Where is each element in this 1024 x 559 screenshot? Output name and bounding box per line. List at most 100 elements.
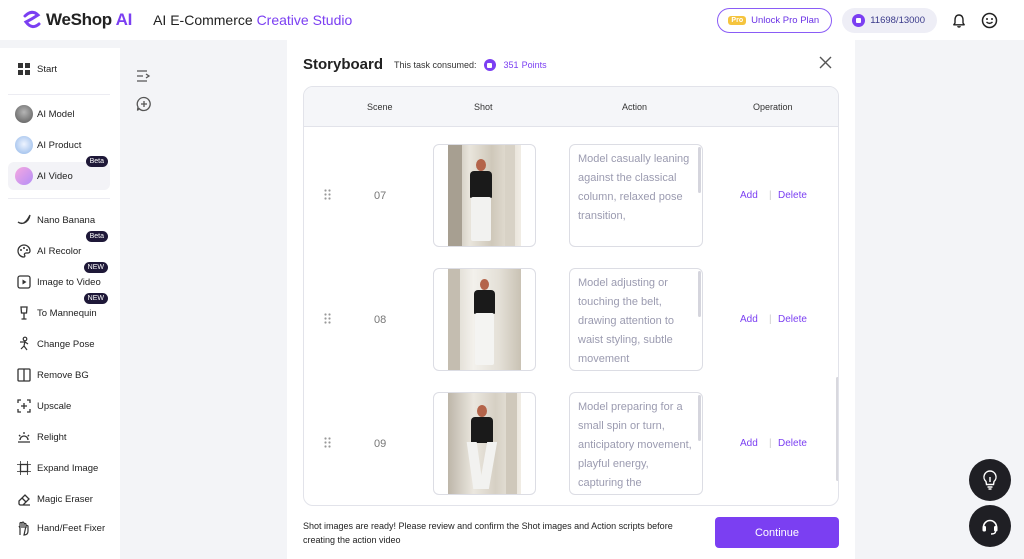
sidebar-item-ai-recolor[interactable]: AI Recolor Beta bbox=[8, 231, 110, 265]
shot-photo bbox=[448, 269, 521, 370]
app-title: AI E-Commerce Creative Studio bbox=[153, 12, 353, 28]
sidebar-item-expand-image[interactable]: Expand Image bbox=[8, 454, 110, 482]
shot-image[interactable] bbox=[433, 268, 536, 371]
sidebar-item-hand-feet-fixer[interactable]: Hand/Feet Fixer bbox=[8, 514, 110, 542]
lightbulb-icon bbox=[983, 470, 997, 490]
shot-image[interactable] bbox=[433, 392, 536, 495]
consumed-value: 351 bbox=[503, 60, 519, 70]
column-operation: Operation bbox=[753, 102, 793, 112]
sidebar-item-ai-product[interactable]: AI Product bbox=[8, 131, 110, 159]
scene-number: 08 bbox=[374, 314, 387, 326]
image-to-video-icon bbox=[15, 273, 33, 291]
new-badge: NEW bbox=[83, 262, 108, 273]
unlock-pro-button[interactable]: Pro Unlock Pro Plan bbox=[717, 8, 833, 33]
sidebar-item-label: Magic Eraser bbox=[37, 493, 93, 505]
sidebar-item-ai-model[interactable]: AI Model bbox=[8, 100, 110, 128]
delete-button[interactable]: Delete bbox=[778, 314, 807, 325]
points-balance[interactable]: 11698/13000 bbox=[842, 8, 937, 33]
drag-handle-icon[interactable] bbox=[324, 437, 331, 448]
close-icon[interactable] bbox=[819, 56, 832, 69]
action-scrollbar[interactable] bbox=[698, 271, 701, 317]
sidebar-item-label: Change Pose bbox=[37, 338, 95, 350]
shot-photo bbox=[448, 393, 521, 494]
operation-separator: | bbox=[769, 190, 772, 201]
sidebar-item-label: AI Video bbox=[37, 170, 73, 182]
continue-button[interactable]: Continue bbox=[715, 517, 839, 548]
sidebar-item-image-to-video[interactable]: Image to Video NEW bbox=[8, 262, 110, 296]
beta-badge: Beta bbox=[85, 156, 108, 167]
relight-icon bbox=[15, 428, 33, 446]
delete-button[interactable]: Delete bbox=[778, 438, 807, 449]
sidebar-item-magic-eraser[interactable]: Magic Eraser bbox=[8, 485, 110, 513]
hand-icon bbox=[15, 519, 33, 537]
sidebar-item-label: AI Product bbox=[37, 139, 82, 151]
action-textarea[interactable]: Model adjusting or touching the belt, dr… bbox=[569, 268, 703, 371]
palette-icon bbox=[15, 242, 33, 260]
pose-icon bbox=[15, 335, 33, 353]
table-row: 07 Model casually leaning against the cl… bbox=[304, 127, 838, 251]
banana-icon bbox=[15, 211, 33, 229]
column-shot: Shot bbox=[474, 102, 493, 112]
pro-tag: Pro bbox=[728, 16, 747, 25]
action-scrollbar[interactable] bbox=[698, 147, 701, 193]
drag-handle-icon[interactable] bbox=[324, 189, 331, 200]
consumed-unit: Points bbox=[521, 60, 547, 70]
tips-button[interactable] bbox=[969, 459, 1011, 501]
points-coin-icon bbox=[852, 14, 866, 27]
logo-text: WeShop AI bbox=[46, 10, 133, 29]
add-button[interactable]: Add bbox=[740, 438, 758, 449]
sidebar-item-label: AI Recolor bbox=[37, 245, 82, 257]
sidebar-item-label: Image to Video bbox=[37, 276, 101, 288]
ai-product-thumbnail-icon bbox=[15, 136, 33, 154]
upscale-icon bbox=[15, 397, 33, 415]
drag-handle-icon[interactable] bbox=[324, 313, 331, 324]
action-textarea[interactable]: Model casually leaning against the class… bbox=[569, 144, 703, 247]
sidebar-item-nano-banana[interactable]: Nano Banana bbox=[8, 206, 110, 234]
weshop-logo[interactable]: WeShop AI bbox=[22, 10, 132, 30]
consumed-label: This task consumed: bbox=[394, 60, 477, 70]
action-textarea[interactable]: Model preparing for a small spin or turn… bbox=[569, 392, 703, 495]
add-chat-icon[interactable] bbox=[136, 96, 152, 112]
mannequin-icon bbox=[15, 304, 33, 322]
action-text: Model adjusting or touching the belt, dr… bbox=[578, 277, 675, 365]
grid-icon bbox=[15, 60, 33, 78]
scene-number: 09 bbox=[374, 438, 387, 450]
sidebar-item-start[interactable]: Start bbox=[8, 55, 110, 83]
shot-photo bbox=[448, 145, 521, 246]
sidebar-item-to-mannequin[interactable]: To Mannequin NEW bbox=[8, 293, 110, 327]
column-action: Action bbox=[622, 102, 648, 112]
support-button[interactable] bbox=[969, 505, 1011, 547]
delete-button[interactable]: Delete bbox=[778, 190, 807, 201]
action-text: Model preparing for a small spin or turn… bbox=[578, 401, 692, 489]
sidebar-item-ai-video[interactable]: AI Video Beta bbox=[8, 156, 110, 190]
points-value: 11698/13000 bbox=[870, 15, 925, 26]
add-button[interactable]: Add bbox=[740, 190, 758, 201]
table-row: 08 Model adjusting or touching the belt,… bbox=[304, 251, 838, 375]
bell-icon[interactable] bbox=[951, 13, 967, 29]
storyboard-panel: Storyboard This task consumed: 351 Point… bbox=[287, 40, 855, 559]
operation-separator: | bbox=[769, 314, 772, 325]
action-scrollbar[interactable] bbox=[698, 395, 701, 441]
sidebar-item-upscale[interactable]: Upscale bbox=[8, 392, 110, 420]
add-button[interactable]: Add bbox=[740, 314, 758, 325]
operation-separator: | bbox=[769, 438, 772, 449]
sidebar-item-remove-bg[interactable]: Remove BG bbox=[8, 361, 110, 389]
sidebar-item-label: To Mannequin bbox=[37, 307, 97, 319]
remove-bg-icon bbox=[15, 366, 33, 384]
sidebar-item-relight[interactable]: Relight bbox=[8, 423, 110, 451]
sidebar-item-label: AI Model bbox=[37, 108, 75, 120]
ai-model-thumbnail-icon bbox=[15, 105, 33, 123]
table-header: Scene Shot Action Operation bbox=[304, 87, 838, 127]
storyboard-table: Scene Shot Action Operation 07 Model cas… bbox=[303, 86, 839, 506]
table-scrollbar[interactable] bbox=[836, 377, 838, 481]
table-row: 09 Model preparing for a small spin or t… bbox=[304, 375, 838, 499]
sidebar-item-change-pose[interactable]: Change Pose bbox=[8, 330, 110, 358]
expand-panel-icon[interactable] bbox=[136, 69, 152, 83]
sidebar-item-label: Nano Banana bbox=[37, 214, 96, 226]
sidebar-item-label: Remove BG bbox=[37, 369, 89, 381]
expand-image-icon bbox=[15, 459, 33, 477]
storyboard-title: Storyboard bbox=[303, 56, 384, 73]
account-smile-icon[interactable] bbox=[981, 12, 998, 29]
shot-image[interactable] bbox=[433, 144, 536, 247]
review-instructions: Shot images are ready! Please review and… bbox=[303, 521, 673, 545]
